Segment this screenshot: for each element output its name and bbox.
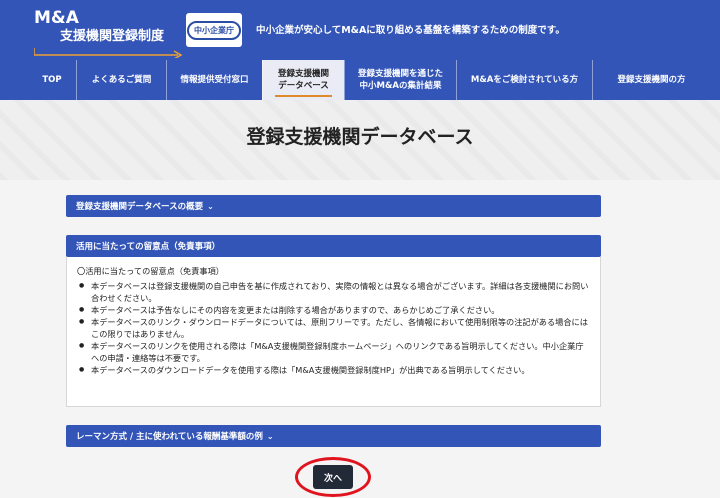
nav-item-faq[interactable]: よくあるご質問: [76, 60, 166, 100]
header-tagline: 中小企業が安心してM&Aに取り組める基盤を構築するための制度です。: [256, 25, 565, 36]
notes-list: 本データベースは登録支援機関の自己申告を基に作成されており、実際の情報とは異なる…: [77, 280, 590, 376]
logo-title: M&A: [34, 8, 79, 28]
nav-item-label: よくあるご質問: [91, 75, 152, 85]
notes-panel-body: 〇活用に当たっての留意点（免責事項） 本データベースは登録支援機関の自己申告を基…: [66, 257, 601, 407]
nav-item-label: 登録支援機関の方: [617, 75, 686, 85]
nav-item-considering-ma[interactable]: M&Aをご検討されている方: [456, 60, 592, 100]
agency-logo[interactable]: 中小企業庁: [186, 13, 242, 47]
nav-item-info-desk[interactable]: 情報提供受付窓口: [166, 60, 262, 100]
logo-subtitle: 支援機関登録制度: [60, 29, 165, 44]
nav-item-label: TOP: [42, 75, 62, 85]
list-item: 本データベースは予告なしにその内容を変更または削除する場合がありますので、あらか…: [77, 304, 590, 316]
agency-logo-text: 中小企業庁: [187, 20, 241, 40]
list-item: 本データベースのリンク・ダウンロードデータについては、原則フリーです。ただし、各…: [77, 316, 590, 340]
list-item: 本データベースは登録支援機関の自己申告を基に作成されており、実際の情報とは異なる…: [77, 280, 590, 304]
notes-heading: 〇活用に当たっての留意点（免責事項）: [77, 266, 224, 276]
chevron-down-icon: ⌄: [207, 201, 214, 211]
logo-arrow-icon: [34, 48, 183, 58]
main-nav: TOP よくあるご質問 情報提供受付窓口 登録支援機関 データベース 登録支援機関…: [28, 60, 710, 100]
lehman-accordion[interactable]: レーマン方式 / 主に使われている報酬基準額の例 ⌄: [66, 425, 601, 447]
nav-item-label: 登録支援機関を通じた 中小M&Aの集計結果: [357, 69, 443, 91]
nav-item-aggregate-results[interactable]: 登録支援機関を通じた 中小M&Aの集計結果: [344, 60, 456, 100]
site-header: M&A 支援機関登録制度 中小企業庁 中小企業が安心してM&Aに取り組める基盤を…: [0, 0, 720, 100]
accordion-label: 登録支援機関データベースの概要: [76, 202, 204, 212]
nav-item-registered-agencies[interactable]: 登録支援機関の方: [592, 60, 710, 100]
chevron-down-icon: ⌄: [266, 431, 274, 441]
nav-item-label: M&Aをご検討されている方: [470, 75, 579, 85]
nav-item-database[interactable]: 登録支援機関 データベース: [262, 60, 344, 100]
site-logo[interactable]: M&A 支援機関登録制度: [34, 8, 183, 58]
accordion-label: レーマン方式 / 主に使われている報酬基準額の例: [76, 432, 263, 442]
nav-item-label: 情報提供受付窓口: [180, 75, 249, 85]
notes-accordion[interactable]: 活用に当たっての留意点（免責事項）: [66, 235, 601, 257]
nav-item-top[interactable]: TOP: [28, 60, 76, 100]
next-button[interactable]: 次へ: [313, 465, 353, 489]
list-item: 本データベースのリンクを使用される際は「M&A支援機関登録制度ホームページ」への…: [77, 340, 590, 364]
page-title: 登録支援機関データベース: [246, 126, 474, 148]
overview-accordion[interactable]: 登録支援機関データベースの概要 ⌄: [66, 195, 601, 217]
accordion-label: 活用に当たっての留意点（免責事項）: [76, 242, 221, 252]
list-item: 本データベースのダウンロードデータを使用する際は「M&A支援機関登録制度HP」が…: [77, 364, 590, 376]
nav-item-label: 登録支援機関 データベース: [277, 69, 329, 91]
